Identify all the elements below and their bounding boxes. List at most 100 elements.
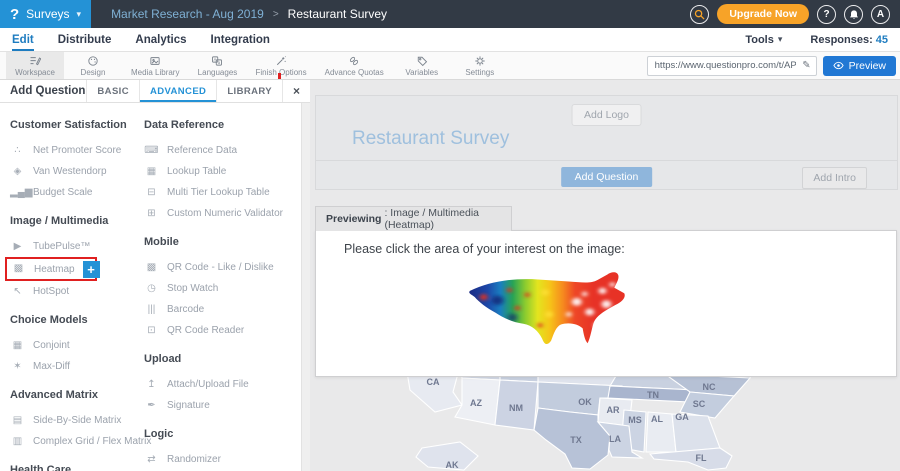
panel-item-max-diff[interactable]: ✶Max-Diff — [10, 356, 144, 377]
edit-url-icon[interactable]: ✎ — [802, 60, 810, 71]
panel-item-label: Net Promoter Score — [33, 145, 121, 156]
tool-advance-quotas[interactable]: Advance Quotas — [316, 52, 393, 79]
module-nav: Edit Distribute Analytics Integration To… — [0, 28, 900, 52]
surveys-menu[interactable]: ? Surveys ▾ — [0, 0, 91, 28]
panel-column-1: Customer Satisfaction∴Net Promoter Score… — [10, 107, 144, 471]
tool-settings[interactable]: Settings — [451, 52, 509, 79]
questionpro-app: ? Surveys ▾ Market Research - Aug 2019 >… — [0, 0, 900, 471]
panel-item-label: Custom Numeric Validator — [167, 208, 283, 219]
tag-icon — [416, 55, 428, 67]
panel-title: Add Question — [0, 80, 86, 102]
panel-item-side-by-side-matrix[interactable]: ▤Side-By-Side Matrix — [10, 410, 144, 431]
panel-item-hotspot[interactable]: ↖HotSpot — [10, 281, 144, 302]
state-label-ca: CA — [427, 377, 440, 387]
panel-item-barcode[interactable]: |||Barcode — [144, 299, 300, 320]
panel-item-custom-numeric-validator[interactable]: ⊞Custom Numeric Validator — [144, 203, 300, 224]
tool-media-library[interactable]: Media Library — [122, 52, 188, 79]
previewing-question-type: : Image / Multimedia (Heatmap) — [384, 207, 511, 231]
palette-icon — [87, 55, 99, 67]
tool-design[interactable]: Design — [64, 52, 122, 79]
panel-item-randomizer[interactable]: ⇄Randomizer — [144, 449, 300, 470]
survey-url-input[interactable] — [653, 59, 799, 72]
responses-link[interactable]: Responses:45 — [810, 34, 888, 46]
panel-item-lookup-table[interactable]: ▦Lookup Table — [144, 161, 300, 182]
top-navbar: ? Surveys ▾ Market Research - Aug 2019 >… — [0, 0, 900, 28]
tab-library[interactable]: LIBRARY — [216, 80, 282, 102]
panel-item-label: Heatmap — [34, 264, 75, 275]
panel-item-signature[interactable]: ✒Signature — [144, 395, 300, 416]
tab-basic[interactable]: BASIC — [86, 80, 139, 102]
search-icon — [694, 9, 705, 20]
add-intro-button[interactable]: Add Intro — [802, 167, 867, 189]
divider — [316, 160, 897, 161]
state-label-ga: GA — [675, 412, 689, 422]
tools-menu[interactable]: Tools ▾ — [745, 34, 782, 46]
search-button[interactable] — [690, 5, 709, 24]
usa-heatmap-image[interactable] — [458, 269, 646, 355]
panel-item-label: Complex Grid / Flex Matrix — [33, 436, 151, 447]
nav-right: Tools ▾ Responses:45 — [745, 28, 888, 51]
panel-item-heatmap[interactable]: ▩Heatmap+ — [5, 257, 97, 281]
section-title-mobile: Mobile — [144, 236, 300, 248]
bar-scale-icon: ▂▄▆ — [10, 188, 25, 198]
tool-languages[interactable]: Aa Languages — [188, 52, 246, 79]
previewing-tab: Previewing : Image / Multimedia (Heatmap… — [315, 206, 512, 231]
panel-column-2: Data Reference⌨Reference Data▦Lookup Tab… — [144, 107, 300, 471]
toolbar-right: ✎ Preview — [647, 52, 900, 79]
state-label-ak: AK — [446, 460, 459, 470]
svg-text:a: a — [218, 60, 221, 65]
question-preview-card: Please click the area of your interest o… — [315, 230, 897, 377]
workspace-icon — [29, 55, 41, 67]
tab-advanced[interactable]: ADVANCED — [139, 80, 216, 102]
panel-item-label: Budget Scale — [33, 187, 93, 198]
close-icon[interactable]: × — [282, 80, 310, 102]
notifications-button[interactable] — [844, 5, 863, 24]
panel-item-label: Randomizer — [167, 454, 221, 465]
panel-item-reference-data[interactable]: ⌨Reference Data — [144, 140, 300, 161]
add-heatmap-button[interactable]: + — [83, 261, 100, 278]
panel-item-attach-upload-file[interactable]: ↥Attach/Upload File — [144, 374, 300, 395]
price-tag-icon: ◈ — [10, 167, 25, 177]
qr-reader-icon: ⊡ — [144, 326, 159, 336]
tool-workspace[interactable]: Workspace — [6, 52, 64, 79]
upgrade-now-button[interactable]: Upgrade Now — [717, 4, 809, 24]
tab-distribute[interactable]: Distribute — [58, 28, 112, 51]
tool-variables[interactable]: Variables — [393, 52, 451, 79]
side-by-side-icon: ▤ — [10, 416, 25, 426]
panel-item-tubepulse[interactable]: ▶TubePulse™ — [10, 236, 144, 257]
tab-integration[interactable]: Integration — [211, 28, 270, 51]
panel-item-conjoint[interactable]: ▦Conjoint — [10, 335, 144, 356]
tab-edit[interactable]: Edit — [12, 28, 34, 51]
panel-scrollbar[interactable] — [301, 103, 310, 471]
panel-body: Customer Satisfaction∴Net Promoter Score… — [0, 103, 310, 471]
panel-item-stop-watch[interactable]: ◷Stop Watch — [144, 278, 300, 299]
panel-item-complex-grid-flex-matrix[interactable]: ▥Complex Grid / Flex Matrix — [10, 431, 144, 452]
gear-icon — [474, 55, 486, 67]
state-label-ok: OK — [578, 397, 592, 407]
breadcrumb: Market Research - Aug 2019 > Restaurant … — [111, 7, 387, 21]
add-question-button[interactable]: Add Question — [561, 167, 653, 187]
panel-item-budget-scale[interactable]: ▂▄▆ Budget Scale — [10, 182, 144, 203]
help-button[interactable]: ? — [817, 5, 836, 24]
panel-item-label: QR Code Reader — [167, 325, 244, 336]
breadcrumb-separator: > — [273, 9, 279, 20]
tool-finish-options[interactable]: Finish Options — [246, 52, 315, 79]
chevron-down-icon: ▾ — [77, 9, 82, 20]
preview-button[interactable]: Preview — [823, 56, 896, 76]
add-logo-button[interactable]: Add Logo — [571, 104, 642, 126]
tab-analytics[interactable]: Analytics — [135, 28, 186, 51]
qr-like-icon: ▩ — [144, 263, 159, 273]
panel-item-net-promoter-score[interactable]: ∴Net Promoter Score — [10, 140, 144, 161]
translate-icon: Aa — [211, 55, 223, 67]
barcode-icon: ||| — [144, 305, 159, 315]
breadcrumb-parent[interactable]: Market Research - Aug 2019 — [111, 7, 264, 21]
panel-item-qr-code-reader[interactable]: ⊡ QR Code Reader — [144, 320, 300, 341]
avatar[interactable]: A — [871, 5, 890, 24]
panel-item-label: QR Code - Like / Dislike — [167, 262, 274, 273]
panel-item-multi-tier-lookup-table[interactable]: ⊟Multi Tier Lookup Table — [144, 182, 300, 203]
panel-item-van-westendorp[interactable]: ◈Van Westendorp — [10, 161, 144, 182]
state-label-la: LA — [609, 434, 621, 444]
panel-item-qr-code-like-dislike[interactable]: ▩ QR Code - Like / Dislike — [144, 257, 300, 278]
survey-toolbar: Workspace Design Media Library Aa Langua… — [0, 52, 900, 80]
tools-label: Tools — [745, 34, 774, 46]
